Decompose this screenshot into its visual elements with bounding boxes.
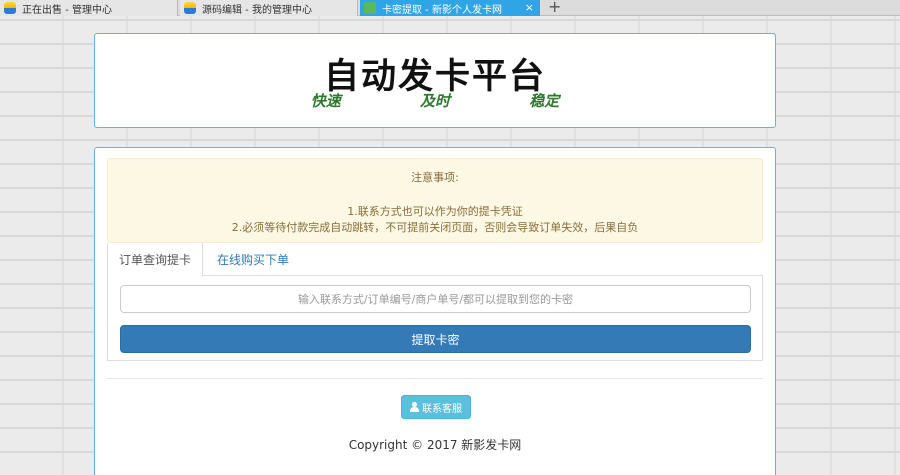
query-input[interactable] [120, 285, 751, 313]
browser-tab-bar: 正在出售 - 管理中心 源码编辑 - 我的管理中心 卡密提取 - 新影个人发卡网… [0, 0, 900, 16]
header-panel: 自动发卡平台 快速 及时 稳定 [94, 33, 776, 128]
notice-title: 注意事项: [411, 171, 459, 184]
tab-order-query[interactable]: 订单查询提卡 [107, 243, 203, 277]
site-slogan: 快速 及时 稳定 [95, 90, 775, 111]
browser-tab-selling[interactable]: 正在出售 - 管理中心 [0, 0, 178, 16]
tab-online-purchase[interactable]: 在线购买下单 [203, 243, 303, 276]
new-tab-icon[interactable]: + [548, 0, 561, 17]
browser-tab-label: 源码编辑 - 我的管理中心 [202, 4, 312, 16]
slogan-word: 稳定 [529, 92, 560, 110]
browser-tab-source-edit[interactable]: 源码编辑 - 我的管理中心 [180, 0, 358, 16]
browser-tab-label: 卡密提取 - 新影个人发卡网 [382, 4, 502, 16]
slogan-word: 及时 [419, 92, 450, 110]
tab-content-query: 提取卡密 [107, 276, 763, 361]
main-panel: 注意事项: 1.联系方式也可以作为你的提卡凭证 2.必须等待付款完成自动跳转，不… [94, 147, 776, 475]
browser-tab-card-extract[interactable]: 卡密提取 - 新影个人发卡网 × [360, 0, 540, 16]
browser-tab-label: 正在出售 - 管理中心 [22, 4, 112, 16]
slogan-word: 快速 [310, 92, 341, 110]
divider [107, 378, 763, 379]
site-favicon-icon [4, 2, 16, 14]
extract-card-button[interactable]: 提取卡密 [120, 325, 751, 353]
user-icon [410, 402, 419, 412]
notice-line: 2.必须等待付款完成自动跳转，不可提前关闭页面，否则会导致订单失效，后果自负 [231, 221, 639, 234]
close-tab-icon[interactable]: × [525, 0, 534, 16]
contact-support-label: 联系客服 [422, 403, 462, 415]
site-favicon-icon [184, 2, 196, 14]
contact-support-button[interactable]: 联系客服 [401, 395, 471, 419]
copyright-text: Copyright © 2017 新影发卡网 [348, 438, 522, 452]
notice-line: 1.联系方式也可以作为你的提卡凭证 [347, 205, 523, 218]
site-favicon-icon [364, 2, 376, 14]
notice-alert: 注意事项: 1.联系方式也可以作为你的提卡凭证 2.必须等待付款完成自动跳转，不… [107, 158, 763, 243]
tab-nav: 订单查询提卡 在线购买下单 [107, 243, 763, 277]
